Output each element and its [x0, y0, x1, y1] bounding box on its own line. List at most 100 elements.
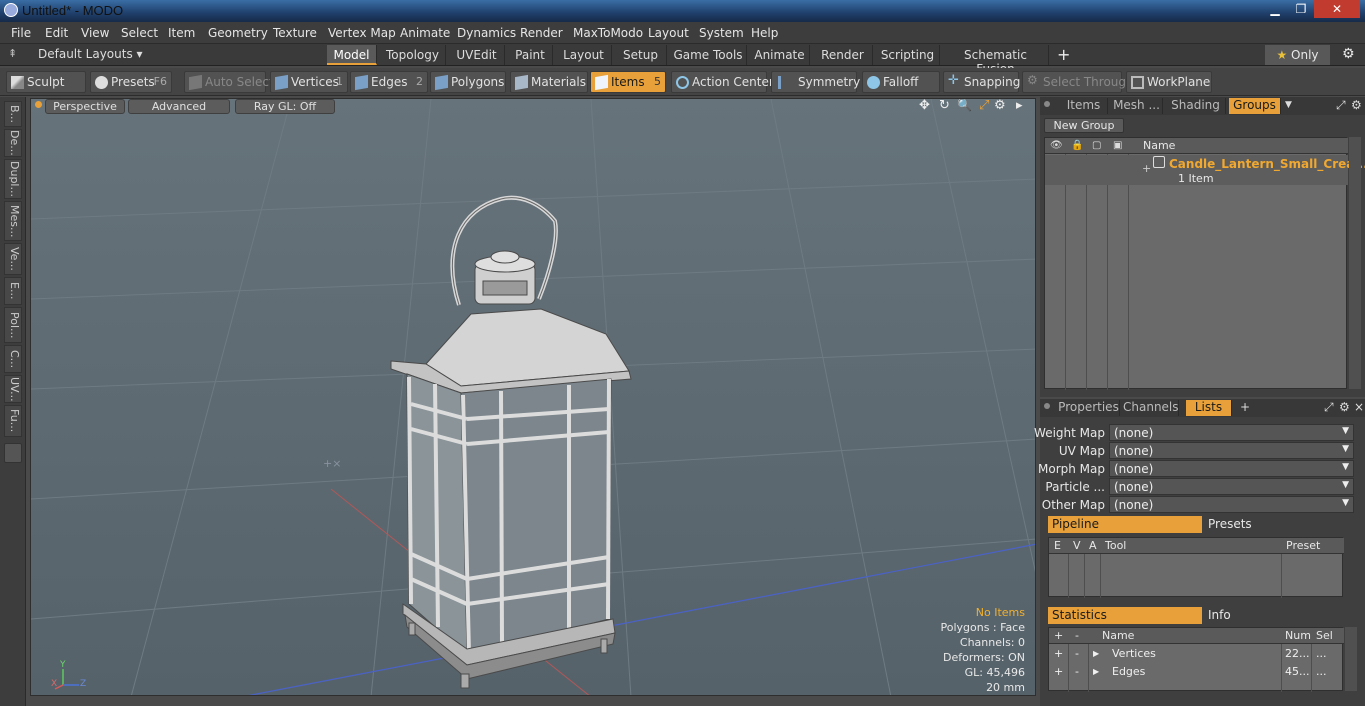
tab-items[interactable]: Items — [1060, 98, 1108, 114]
collapse-button[interactable]: - — [1075, 647, 1079, 660]
name-column-header[interactable]: Name — [1143, 139, 1175, 152]
view-perspective-button[interactable]: Perspective — [45, 99, 125, 114]
lock-icon[interactable]: 🔒 — [1071, 140, 1083, 151]
default-layouts-dropdown[interactable]: Default Layouts ▾ — [38, 47, 143, 61]
minimize-button[interactable]: ▁ — [1262, 0, 1288, 18]
zoom-view-icon[interactable]: 🔍 — [957, 99, 972, 112]
tab-info[interactable]: Info — [1204, 607, 1344, 624]
fit-view-icon[interactable]: ⤢ — [979, 99, 989, 113]
menu-system[interactable]: System — [699, 26, 744, 40]
expand-panel-icon[interactable]: ⤢ — [1324, 400, 1334, 415]
left-tab-uv[interactable]: UV... — [4, 375, 22, 403]
layout-toggle-icon[interactable]: ⇞ — [8, 47, 17, 60]
workplane-button[interactable]: WorkPlane — [1126, 71, 1212, 93]
viewport-more-icon[interactable]: ▸ — [1016, 99, 1023, 113]
weight-map-dropdown[interactable]: (none) ▼ — [1109, 424, 1354, 441]
maximize-button[interactable]: ❐ — [1288, 0, 1314, 18]
col-name-header[interactable]: Name — [1102, 629, 1134, 642]
tab-channels[interactable]: Channels — [1123, 400, 1179, 416]
add-tab-button[interactable]: + — [1057, 45, 1070, 64]
tab-scripting[interactable]: Scripting — [876, 45, 940, 65]
col-a-header[interactable]: A — [1089, 539, 1097, 552]
falloff-button[interactable]: Falloff — [862, 71, 940, 93]
eye-icon[interactable]: 👁 — [1050, 140, 1063, 151]
menu-select[interactable]: Select — [121, 26, 158, 40]
shading-advanced-button[interactable]: Advanced — [128, 99, 230, 114]
col-v-header[interactable]: V — [1073, 539, 1081, 552]
table-row[interactable]: + - ▶ Vertices 22... ... — [1049, 646, 1344, 664]
tree-arrow-icon[interactable]: ▶ — [1093, 667, 1099, 676]
panel-settings-icon[interactable]: ⚙ — [1339, 400, 1350, 414]
morph-map-dropdown[interactable]: (none) ▼ — [1109, 460, 1354, 477]
statistics-scrollbar[interactable] — [1345, 627, 1357, 691]
left-tab-edge[interactable]: E... — [4, 277, 22, 305]
menu-geometry[interactable]: Geometry — [208, 26, 268, 40]
left-tab-deform[interactable]: De... — [4, 129, 22, 157]
tab-game-tools[interactable]: Game Tools — [670, 45, 747, 65]
left-tab-polygon[interactable]: Pol... — [4, 307, 22, 343]
tab-topology[interactable]: Topology — [380, 45, 446, 65]
vertices-button[interactable]: Vertices 1 — [270, 71, 348, 93]
menu-maxtomodo[interactable]: MaxToModo — [573, 26, 643, 40]
rotate-view-icon[interactable]: ↻ — [939, 99, 950, 113]
left-tab-duplicate[interactable]: Dupl... — [4, 159, 22, 199]
tab-animate[interactable]: Animate — [750, 45, 810, 65]
select-through-button[interactable]: ⚙ Select Through — [1022, 71, 1134, 93]
menu-layout[interactable]: Layout — [648, 26, 689, 40]
tab-layout[interactable]: Layout — [556, 45, 612, 65]
new-group-button[interactable]: New Group — [1044, 118, 1124, 133]
menu-render[interactable]: Render — [520, 26, 563, 40]
expand-button[interactable]: + — [1054, 647, 1063, 660]
menu-file[interactable]: File — [11, 26, 31, 40]
tab-model[interactable]: Model — [327, 45, 377, 65]
left-tab-fusion[interactable]: Fu... — [4, 405, 22, 437]
menu-texture[interactable]: Texture — [273, 26, 317, 40]
left-tab-vertex[interactable]: Ve... — [4, 243, 22, 275]
viewport-settings-icon[interactable]: ⚙ — [994, 99, 1006, 113]
menu-vertex-map[interactable]: Vertex Map — [328, 26, 396, 40]
left-tab-mesh-edit[interactable]: Mes... — [4, 201, 22, 241]
menu-item[interactable]: Item — [168, 26, 195, 40]
tab-shading[interactable]: Shading — [1166, 98, 1226, 114]
collapse-button[interactable]: - — [1075, 665, 1079, 678]
other-map-dropdown[interactable]: (none) ▼ — [1109, 496, 1354, 513]
panel-settings-icon[interactable]: ⚙ — [1351, 98, 1362, 112]
only-toggle[interactable]: ★ Only — [1265, 45, 1330, 65]
tab-statistics[interactable]: Statistics — [1048, 607, 1202, 624]
menu-view[interactable]: View — [81, 26, 109, 40]
raygl-button[interactable]: Ray GL: Off — [235, 99, 335, 114]
col-sel-header[interactable]: Sel — [1316, 629, 1333, 642]
expand-row-button[interactable]: + — [1142, 162, 1151, 175]
move-view-icon[interactable]: ✥ — [919, 99, 930, 113]
presets-button[interactable]: Presets F6 — [90, 71, 172, 93]
tab-groups[interactable]: Groups — [1229, 98, 1281, 114]
left-tab-curve[interactable]: C... — [4, 345, 22, 373]
close-button[interactable]: ✕ — [1314, 0, 1360, 18]
particle-dropdown[interactable]: (none) ▼ — [1109, 478, 1354, 495]
sculpt-button[interactable]: Sculpt — [6, 71, 86, 93]
tab-render[interactable]: Render — [813, 45, 873, 65]
tab-mesh[interactable]: Mesh ... — [1111, 98, 1163, 114]
col-tool-header[interactable]: Tool — [1105, 539, 1126, 552]
edges-button[interactable]: Edges 2 — [350, 71, 428, 93]
tab-schematic-fusion[interactable]: Schematic Fusion — [943, 45, 1049, 76]
left-tab-basic[interactable]: B... — [4, 101, 22, 127]
3d-viewport[interactable]: Perspective Advanced Ray GL: Off ✥ ↻ 🔍 ⤢… — [30, 98, 1036, 696]
items-button[interactable]: Items 5 — [590, 71, 666, 93]
tab-paint[interactable]: Paint — [508, 45, 553, 65]
tab-lists[interactable]: Lists — [1186, 400, 1232, 416]
add-tab-button[interactable]: + — [1240, 400, 1250, 414]
tab-setup[interactable]: Setup — [615, 45, 667, 65]
close-panel-icon[interactable]: × — [1354, 400, 1364, 414]
symmetry-button[interactable]: Symmetry — [771, 71, 860, 93]
menu-animate[interactable]: Animate — [400, 26, 450, 40]
tab-properties[interactable]: Properties — [1058, 400, 1120, 416]
col-plus-header[interactable]: + — [1054, 629, 1063, 642]
menu-edit[interactable]: Edit — [45, 26, 68, 40]
render-icon[interactable]: ▣ — [1113, 140, 1122, 151]
materials-button[interactable]: Materials — [510, 71, 588, 93]
select-icon[interactable]: ▢ — [1092, 140, 1101, 151]
tab-uvedit[interactable]: UVEdit — [449, 45, 505, 65]
col-e-header[interactable]: E — [1054, 539, 1061, 552]
groups-scrollbar[interactable] — [1349, 137, 1361, 389]
